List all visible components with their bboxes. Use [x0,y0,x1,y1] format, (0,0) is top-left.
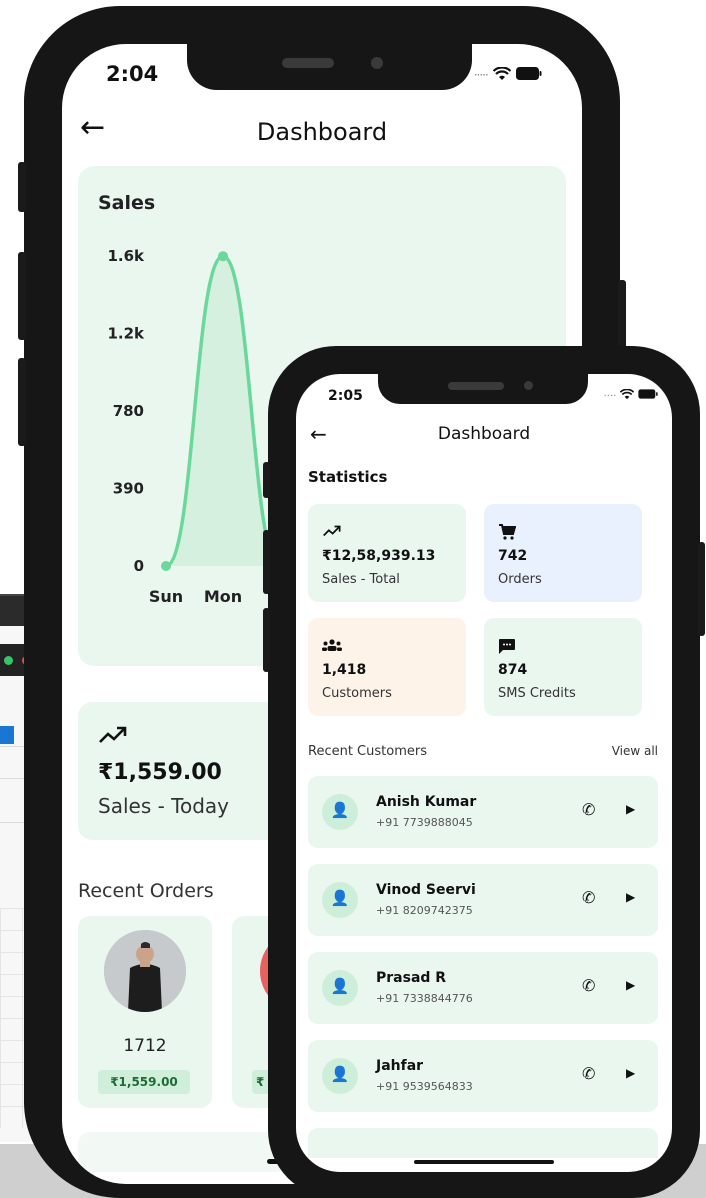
customer-phone: +91 7739888045 [376,816,473,829]
person-icon: 👤 [330,801,350,819]
phone-call-icon[interactable]: ✆ [582,976,595,995]
phone-side-button [698,542,705,636]
data-point[interactable] [218,251,228,262]
sales-today-value: ₹1,559.00 [98,760,222,785]
camera-icon [371,57,383,69]
stat-card-orders[interactable]: 742 Orders [484,504,642,602]
person-icon: 👤 [330,1065,350,1083]
stat-value: 742 [498,548,528,564]
avatar: 👤 [322,794,358,830]
phone-side-button [263,462,270,498]
phone-side-button [263,608,270,672]
phone-side-button [18,162,26,212]
customer-name: Anish Kumar [376,794,477,810]
avatar: 👤 [322,1058,358,1094]
customer-row[interactable]: 👤 Prasad R +91 7338844776 ✆ ▶ [308,952,658,1024]
view-all-link[interactable]: View all [612,744,658,758]
customer-name: Prasad R [376,970,447,986]
group-icon [322,639,342,651]
battery-icon [638,389,658,399]
person-image [104,930,186,1012]
trending-up-icon [323,525,341,537]
page-title: Dashboard [437,424,531,444]
customer-row[interactable]: 👤 Vinod Seervi +91 8209742375 ✆ ▶ [308,864,658,936]
phone-side-button [263,530,270,594]
y-tick-label: 0 [134,557,144,575]
chevron-right-icon[interactable]: ▶ [626,890,635,904]
home-indicator [414,1160,554,1164]
speaker [448,382,504,390]
product-image [104,930,186,1012]
recent-customers-heading: Recent Customers [308,744,427,759]
order-card[interactable]: 1712 ₹1,559.00 [78,916,212,1108]
speaker [282,58,334,68]
stat-label: Orders [498,572,542,587]
stat-value: 874 [498,662,528,678]
stat-value: ₹12,58,939.13 [322,548,436,564]
battery-icon [516,67,542,80]
order-price: ₹1,559.00 [98,1070,190,1094]
stat-card-sms-credits[interactable]: 874 SMS Credits [484,618,642,716]
order-number: 1712 [123,1036,167,1056]
stat-value: 1,418 [322,662,367,678]
stat-card-customers[interactable]: 1,418 Customers [308,618,466,716]
phone-call-icon[interactable]: ✆ [582,1064,595,1083]
phone-call-icon[interactable]: ✆ [582,888,595,907]
y-tick-label: 1.6k [107,247,145,265]
avatar: 👤 [322,970,358,1006]
camera-icon [524,381,533,390]
chevron-right-icon[interactable]: ▶ [626,802,635,816]
stat-label: SMS Credits [498,686,576,701]
customer-phone: +91 8209742375 [376,904,473,917]
customer-row[interactable]: 👤 Anish Kumar +91 7739888045 ✆ ▶ [308,776,658,848]
page-title: Dashboard [256,118,388,146]
customer-row[interactable]: 👤 Jahfar +91 9539564833 ✆ ▶ [308,1040,658,1112]
phone-call-icon[interactable]: ✆ [582,800,595,819]
sales-today-card[interactable]: ₹1,559.00 Sales - Today [78,702,298,840]
customer-phone: +91 7338844776 [376,992,473,1005]
trending-up-icon [99,726,127,743]
phone-side-button [18,252,26,340]
phone-notch [187,44,472,90]
stat-card-sales-total[interactable]: ₹12,58,939.13 Sales - Total [308,504,466,602]
phone-notch [378,374,588,404]
person-icon: 👤 [330,977,350,995]
sms-icon [499,639,515,654]
status-icons: ···· [604,388,658,402]
signal-icon: ···· [603,391,617,402]
customer-name: Vinod Seervi [376,882,476,898]
stat-label: Customers [322,686,392,701]
back-arrow-icon[interactable]: ← [310,422,327,446]
status-time: 2:04 [106,62,159,86]
phone-side-button [18,358,26,446]
customer-name: Jahfar [376,1058,424,1074]
desktop-button[interactable] [0,726,14,744]
status-dot-icon [4,656,13,665]
y-tick-label: 1.2k [107,325,145,343]
y-tick-label: 390 [113,480,144,498]
status-icons: ····· [474,64,542,83]
x-tick-label: Sun [149,587,183,606]
statistics-heading: Statistics [308,468,388,486]
stat-label: Sales - Total [322,572,400,587]
status-time: 2:05 [328,388,363,404]
recent-orders-heading: Recent Orders [78,880,214,902]
chevron-right-icon[interactable]: ▶ [626,1066,635,1080]
cart-icon [499,524,516,540]
sales-today-label: Sales - Today [98,794,230,818]
customer-row[interactable] [308,1128,658,1158]
data-point[interactable] [161,561,171,571]
person-icon: 👤 [330,889,350,907]
wifi-icon [492,66,512,80]
customer-phone: +91 9539564833 [376,1080,473,1093]
signal-icon: ····· [473,68,489,82]
phone-front: 2:05 ···· ← Dashboard Statistics ₹12,58,… [263,346,705,1198]
wifi-icon [619,388,635,400]
x-tick-label: Mon [204,587,242,606]
y-tick-label: 780 [113,402,144,420]
chevron-right-icon[interactable]: ▶ [626,978,635,992]
avatar: 👤 [322,882,358,918]
phone-front-screen: 2:05 ···· ← Dashboard Statistics ₹12,58,… [296,374,672,1172]
